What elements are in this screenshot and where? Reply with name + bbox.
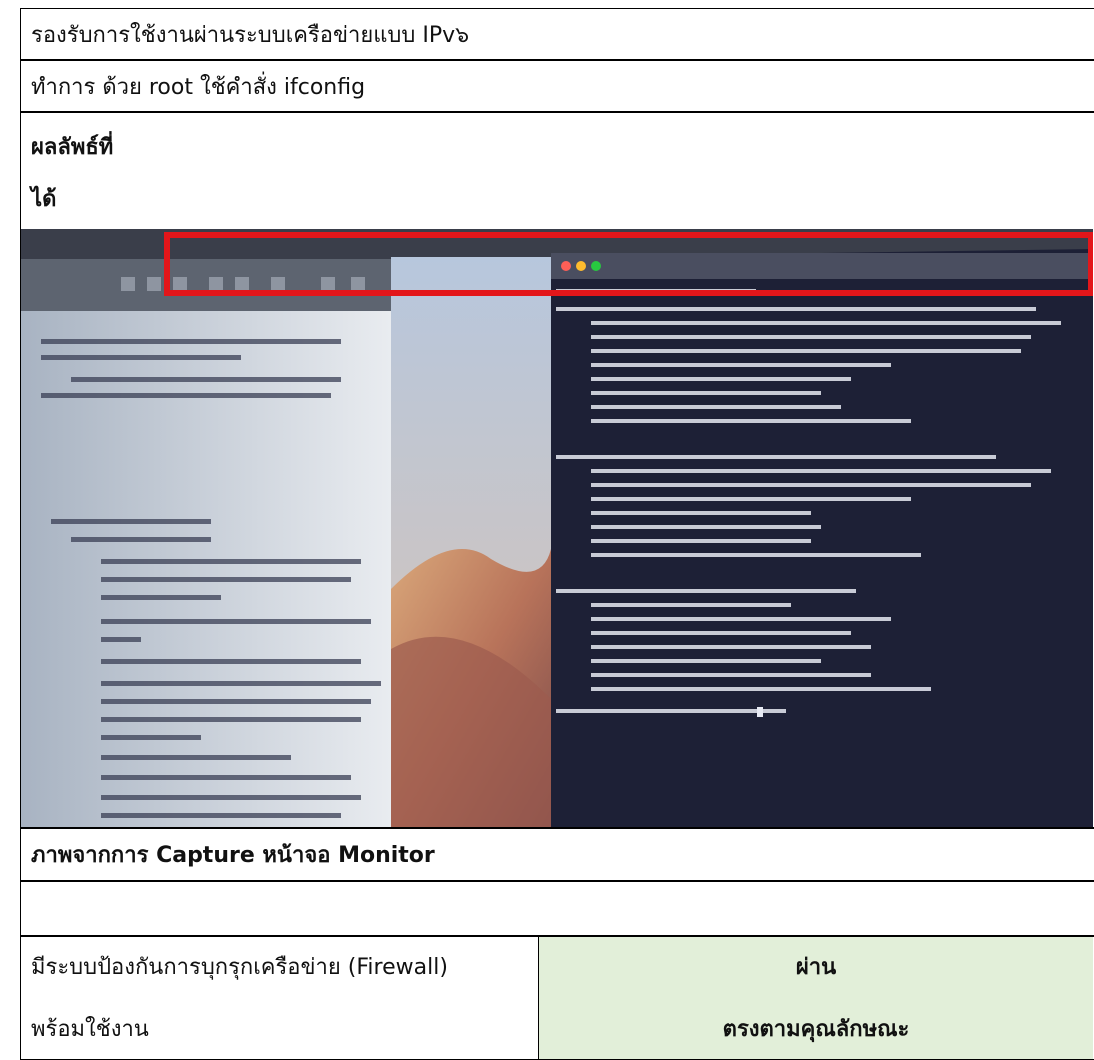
ipv6-support-text: รองรับการใช้งานผ่านระบบเครือข่ายแบบ IPv๖: [31, 23, 470, 48]
capture-caption: ภาพจากการ Capture หน้าจอ Monitor: [31, 843, 435, 868]
row-ipv6-support: รองรับการใช้งานผ่านระบบเครือข่ายแบบ IPv๖: [20, 8, 1094, 60]
status-meets-spec: ตรงตามคุณลักษณะ: [722, 1017, 910, 1042]
monitor-screenshot-photo: [21, 229, 1093, 827]
result-label-line1: ผลลัพธ์ที่: [31, 135, 114, 160]
firewall-status-cell: ผ่าน ตรงตามคุณลักษณะ: [539, 937, 1093, 1059]
document-table: รองรับการใช้งานผ่านระบบเครือข่ายแบบ IPv๖…: [20, 0, 1094, 1060]
firewall-requirement-line2: พร้อมใช้งาน: [31, 1017, 149, 1042]
status-pass: ผ่าน: [795, 955, 837, 980]
command-text: ทำการ ด้วย root ใช้คำสั่ง ifconfig: [31, 75, 366, 100]
row-firewall: มีระบบป้องกันการบุกรุกเครือข่าย (Firewal…: [20, 936, 1094, 1060]
firewall-requirement-line1: มีระบบป้องกันการบุกรุกเครือข่าย (Firewal…: [31, 955, 448, 980]
result-label-line2: ได้: [31, 187, 57, 212]
photo-illustration: [21, 229, 1093, 827]
row-caption: ภาพจากการ Capture หน้าจอ Monitor: [20, 828, 1094, 881]
firewall-requirement-cell: มีระบบป้องกันการบุกรุกเครือข่าย (Firewal…: [21, 937, 539, 1059]
row-command: ทำการ ด้วย root ใช้คำสั่ง ifconfig: [20, 60, 1094, 112]
row-result: ผลลัพธ์ที่ ได้: [20, 112, 1094, 828]
row-empty: [20, 881, 1094, 936]
